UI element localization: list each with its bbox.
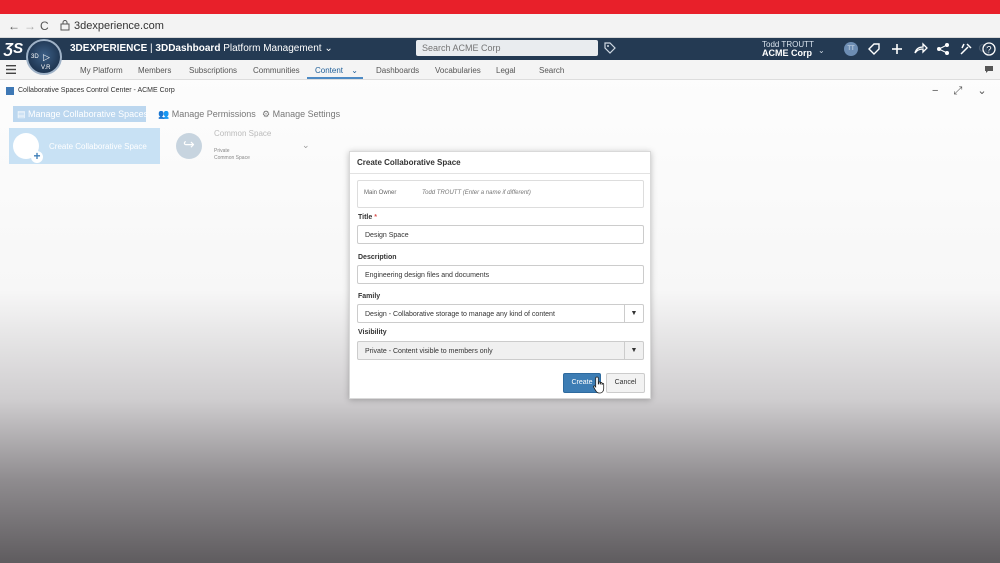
reload-icon[interactable]: C [40,19,49,33]
common-space-visibility: Private [214,148,230,154]
svg-text:?: ? [986,45,991,55]
tab-content[interactable]: Content ⌄ [315,66,358,75]
main-owner-input[interactable]: Todd TROUTT (Enter a name if different) [422,190,531,196]
dialog-divider [350,173,650,174]
space-share-icon: ↪ [176,133,202,159]
family-select-value: Design - Collaborative storage to manage… [365,311,555,318]
tools-icon[interactable] [958,41,974,57]
chevron-down-icon[interactable]: ⌄ [977,85,986,97]
visibility-select[interactable]: Private - Content visible to members onl… [357,341,644,360]
required-mark: * [374,214,377,221]
common-space-title: Common Space [214,129,272,138]
address-bar[interactable]: 3dexperience.com [74,20,164,32]
share-icon[interactable] [912,41,928,57]
fullscreen-icon[interactable]: ⤢ [954,85,963,97]
chat-icon[interactable] [984,65,994,74]
search-field[interactable]: ⌄ [416,40,990,56]
app-title: Collaborative Spaces Control Center - AC… [18,87,175,94]
users-icon: 👥 [158,109,170,119]
user-company: ACME Corp [762,48,812,58]
subtab-manage-spaces-label: Manage Collaborative Spaces [28,109,149,119]
dropdown-arrow-icon[interactable]: ▼ [624,342,643,359]
brand-name: 3DEXPERIENCE [70,43,148,54]
site-info-icon[interactable] [60,20,70,31]
chevron-down-icon[interactable]: ⌄ [324,43,332,54]
app-icon [6,87,14,95]
family-label: Family [358,293,381,300]
tab-dashboards[interactable]: Dashboards [376,66,419,75]
tag-icon[interactable] [604,42,616,54]
tab-subscriptions[interactable]: Subscriptions [189,66,237,75]
add-space-icon [13,133,43,163]
main-owner-label: Main Owner [364,190,397,196]
tab-legal[interactable]: Legal [496,66,516,75]
avatar[interactable]: TT [844,42,858,56]
tab-content-label: Content [315,66,344,75]
compass-icon[interactable]: 3D ▷ V.R [26,39,62,75]
title-label-text: Title [358,214,373,221]
brand-app: 3DDashboard [155,43,221,54]
help-icon[interactable]: ? [981,41,997,57]
brand-module: Platform Management [220,43,322,54]
hand-cursor-icon [593,376,605,394]
minimize-icon[interactable]: − [932,85,938,97]
platform-brand[interactable]: 3DEXPERIENCE | 3DDashboard Platform Mana… [70,43,333,54]
visibility-label: Visibility [358,329,387,336]
tab-search[interactable]: Search [539,66,564,75]
create-space-dialog: Create Collaborative Space Main Owner To… [349,151,651,399]
add-icon[interactable] [889,41,905,57]
network-share-icon[interactable] [935,41,951,57]
window-controls: − ⤢ ⌄ [932,84,987,98]
common-space-type: Common Space [214,155,250,161]
gear-icon: ⚙ [262,109,271,119]
back-icon[interactable]: ← [8,19,20,33]
subtab-manage-settings[interactable]: ⚙ Manage Settings [258,106,344,122]
dropdown-arrow-icon[interactable]: ▼ [624,305,643,322]
app-titlebar: Collaborative Spaces Control Center - AC… [0,84,1000,98]
description-input[interactable]: Engineering design files and documents [357,265,644,284]
create-space-card-label: Create Collaborative Space [49,142,147,151]
main-owner-field[interactable]: Main Owner Todd TROUTT (Enter a name if … [357,180,644,208]
spaces-icon: ▤ [17,109,26,119]
title-label: Title * [358,214,377,221]
tab-communities[interactable]: Communities [253,66,300,75]
subtab-manage-settings-label: Manage Settings [272,109,341,119]
visibility-select-value: Private - Content visible to members onl… [365,348,493,355]
tab-members[interactable]: Members [138,66,171,75]
tab-vocabularies[interactable]: Vocabularies [435,66,481,75]
common-space-card[interactable]: ↪ Common Space Private Common Space ⌄ [170,128,318,164]
title-input[interactable]: Design Space [357,225,644,244]
family-select[interactable]: Design - Collaborative storage to manage… [357,304,644,323]
description-label: Description [358,254,397,261]
subtab-manage-permissions-label: Manage Permissions [171,109,256,119]
cancel-button[interactable]: Cancel [606,373,645,393]
top-menu: My Platform Members Subscriptions Commun… [0,60,1000,80]
compass-label-3d: 3D [31,54,39,60]
user-menu-chevron-icon[interactable]: ⌄ [818,46,825,55]
user-menu[interactable]: Todd TROUTT ACME Corp [762,40,814,58]
compass-label-vr: V.R [41,65,51,71]
platform-topbar: ƷS 3DEXPERIENCE | 3DDashboard Platform M… [0,38,1000,60]
common-space-details: Private Common Space [214,148,250,162]
create-space-card[interactable]: Create Collaborative Space [9,128,160,164]
3ds-logo-icon[interactable]: ƷS [4,40,23,57]
chevron-down-icon: ⌄ [351,66,358,75]
compass-play-icon: ▷ [43,52,50,62]
chevron-down-icon[interactable]: ⌄ [302,140,310,151]
dialog-title: Create Collaborative Space [357,158,461,167]
tab-my-platform[interactable]: My Platform [80,66,123,75]
forward-icon[interactable]: → [24,19,36,33]
subtab-manage-spaces[interactable]: ▤ Manage Collaborative Spaces [13,106,149,122]
active-tab-indicator [307,77,363,79]
search-input[interactable] [416,40,556,56]
subtab-manage-permissions[interactable]: 👥 Manage Permissions [154,106,260,122]
browser-top-stripe [0,0,1000,14]
notification-tag-icon[interactable] [866,41,882,57]
hamburger-icon[interactable] [6,65,16,74]
browser-toolbar: ← → C 3dexperience.com [0,14,1000,38]
